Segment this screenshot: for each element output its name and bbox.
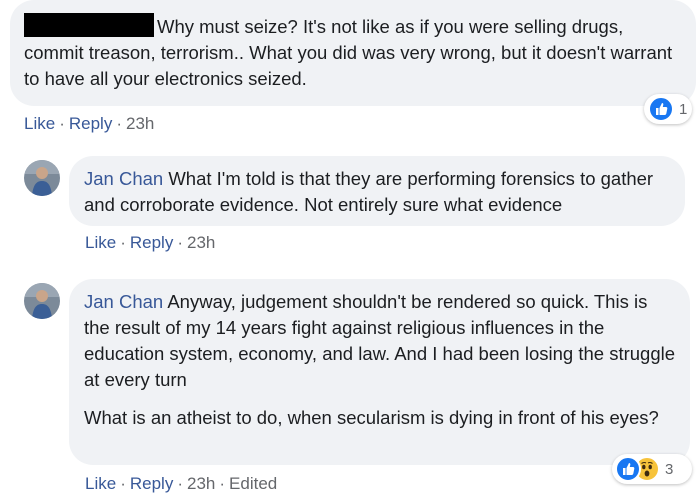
reply-link[interactable]: Reply: [130, 233, 173, 252]
like-icon: [648, 96, 674, 122]
like-icon: [615, 456, 641, 482]
separator: ·: [120, 233, 126, 252]
redacted-author-name: [24, 13, 154, 37]
reaction-count: 3: [665, 460, 674, 478]
comment-text: What I'm told is that they are performin…: [84, 168, 654, 215]
comment-text: Anyway, judgement shouldn't be rendered …: [84, 291, 676, 390]
like-link[interactable]: Like: [24, 114, 55, 133]
edited-label[interactable]: Edited: [229, 474, 277, 493]
like-link[interactable]: Like: [85, 233, 116, 252]
reply-link[interactable]: Reply: [69, 114, 112, 133]
comment-actions-3: Like · Reply · 23h · Edited: [85, 473, 277, 495]
reaction-summary-3[interactable]: 3: [612, 454, 692, 484]
timestamp[interactable]: 23h: [187, 233, 215, 252]
timestamp[interactable]: 23h: [126, 114, 154, 133]
comment-paragraph-2: What is an atheist to do, when secularis…: [84, 407, 659, 428]
separator: ·: [120, 474, 126, 493]
separator: ·: [177, 474, 183, 493]
comment-body: Jan Chan What I'm told is that they are …: [84, 166, 671, 218]
separator: ·: [59, 114, 65, 133]
comment-bubble-3: Jan Chan Anyway, judgement shouldn't be …: [69, 279, 690, 465]
comment-actions-2: Like · Reply · 23h: [85, 232, 215, 254]
separator: ·: [219, 474, 226, 493]
reaction-summary-1[interactable]: 1: [644, 94, 692, 124]
reply-link[interactable]: Reply: [130, 474, 173, 493]
separator: ·: [116, 114, 122, 133]
avatar[interactable]: [24, 160, 60, 196]
comment-body: Why must seize? It's not like as if you …: [24, 13, 678, 92]
author-name[interactable]: Jan Chan: [84, 168, 163, 189]
comment-bubble-1: Why must seize? It's not like as if you …: [10, 0, 696, 106]
comment-thread: Why must seize? It's not like as if you …: [0, 0, 700, 503]
reaction-count: 1: [679, 100, 688, 118]
avatar[interactable]: [24, 283, 60, 319]
like-link[interactable]: Like: [85, 474, 116, 493]
comment-bubble-2: Jan Chan What I'm told is that they are …: [69, 156, 685, 226]
author-name[interactable]: Jan Chan: [84, 291, 163, 312]
timestamp[interactable]: 23h: [187, 474, 215, 493]
comment-actions-1: Like · Reply · 23h: [24, 113, 154, 135]
comment-paragraph-1: Jan Chan Anyway, judgement shouldn't be …: [84, 289, 676, 393]
separator: ·: [177, 233, 183, 252]
